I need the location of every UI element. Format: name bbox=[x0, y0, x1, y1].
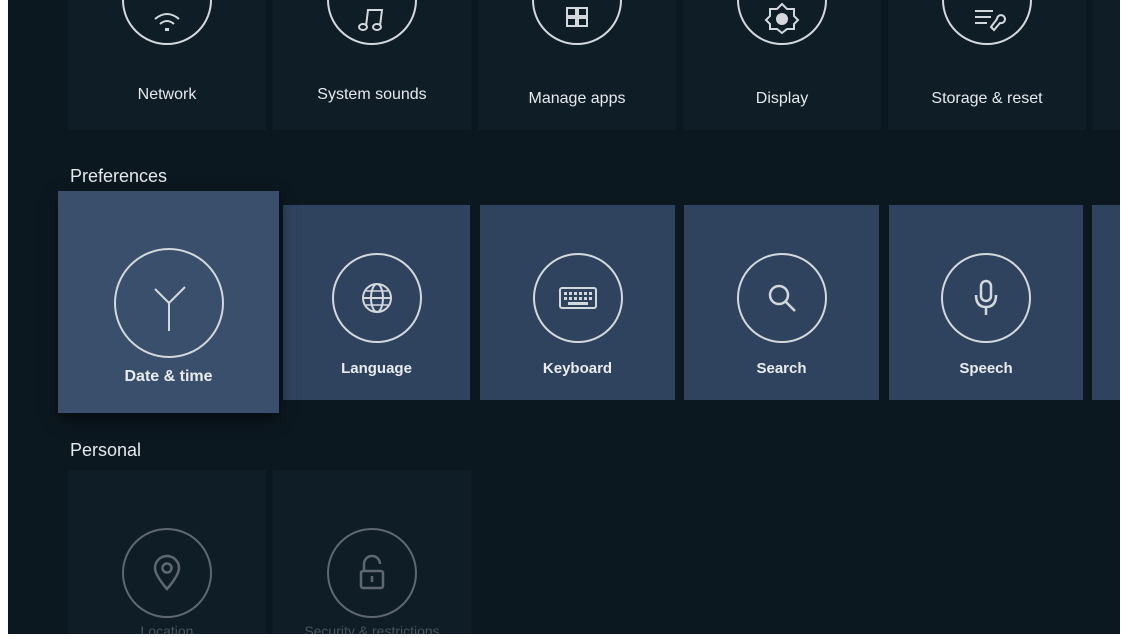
tile-manage-apps[interactable]: Manage apps bbox=[478, 0, 676, 130]
tile-keyboard[interactable]: Keyboard bbox=[480, 205, 675, 400]
tile-system-sounds-label: System sounds bbox=[317, 86, 427, 103]
tile-language[interactable]: Language bbox=[283, 205, 470, 400]
unlock-icon bbox=[327, 528, 417, 618]
tile-network-label: Network bbox=[137, 86, 197, 103]
tile-manage-apps-label: Manage apps bbox=[528, 90, 626, 107]
tile-display[interactable]: Display bbox=[683, 0, 881, 130]
section-title-preferences: Preferences bbox=[70, 166, 168, 186]
tile-network[interactable]: Network bbox=[68, 0, 266, 130]
section-title-personal: Personal bbox=[70, 440, 142, 460]
tile-security-restrictions[interactable]: Security & restrictions bbox=[273, 470, 471, 634]
microphone-icon bbox=[941, 253, 1031, 343]
grid-apps-icon bbox=[532, 0, 622, 45]
tile-speech[interactable]: Speech bbox=[889, 205, 1083, 400]
clock-icon bbox=[113, 248, 224, 358]
tile-keyboard-label: Keyboard bbox=[542, 360, 613, 377]
tile-location[interactable]: Location bbox=[68, 470, 266, 634]
tile-storage-reset-label: Storage & reset bbox=[931, 90, 1043, 107]
tile-partial-right-pref[interactable] bbox=[1092, 205, 1120, 400]
tile-display-label: Display bbox=[755, 90, 809, 107]
tile-security-restrictions-label: Security & restrictions bbox=[304, 623, 440, 634]
storage-tools-icon bbox=[942, 0, 1032, 45]
tile-date-time-label: Date & time bbox=[124, 368, 213, 385]
tile-partial-right-top[interactable] bbox=[1093, 0, 1120, 130]
tile-search-label: Search bbox=[756, 360, 807, 377]
globe-icon bbox=[331, 253, 422, 343]
search-icon bbox=[736, 253, 827, 343]
tile-system-sounds[interactable]: System sounds bbox=[273, 0, 471, 130]
keyboard-icon bbox=[532, 253, 623, 343]
location-pin-icon bbox=[122, 528, 212, 618]
music-note-icon bbox=[327, 0, 417, 45]
tile-storage-reset[interactable]: Storage & reset bbox=[888, 0, 1086, 130]
tv-settings-screen: Network System sounds Manage apps Displa… bbox=[8, 0, 1120, 634]
tile-search[interactable]: Search bbox=[684, 205, 879, 400]
tile-location-label: Location bbox=[140, 623, 194, 634]
display-brightness-icon bbox=[737, 0, 827, 45]
tile-date-time[interactable]: Date & time bbox=[58, 191, 279, 413]
tile-language-label: Language bbox=[341, 360, 412, 377]
tile-speech-label: Speech bbox=[959, 360, 1013, 377]
wifi-icon bbox=[122, 0, 212, 45]
